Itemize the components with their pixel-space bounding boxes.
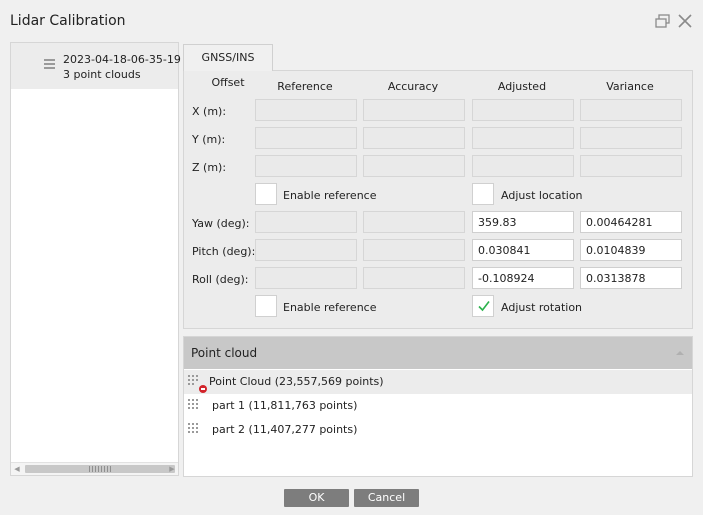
y-accuracy-field[interactable]: [363, 127, 465, 149]
point-cloud-row[interactable]: Point Cloud (23,557,569 points): [184, 370, 692, 394]
y-reference-field[interactable]: [255, 127, 357, 149]
z-label: Z (m):: [192, 161, 227, 174]
z-adjusted-field[interactable]: [472, 155, 574, 177]
roll-label: Roll (deg):: [192, 273, 249, 286]
rotation-enable-reference-checkbox[interactable]: [255, 295, 277, 317]
roll-reference-field[interactable]: [255, 267, 357, 289]
point-cloud-icon: [188, 423, 200, 437]
yaw-accuracy-field[interactable]: [363, 211, 465, 233]
pitch-adjusted-field[interactable]: [472, 239, 574, 261]
yaw-adjusted-field[interactable]: [472, 211, 574, 233]
z-accuracy-field[interactable]: [363, 155, 465, 177]
scrollbar-thumb[interactable]: [25, 465, 175, 473]
drag-handle-icon[interactable]: [44, 59, 55, 71]
adjust-rotation-checkbox[interactable]: [472, 295, 494, 317]
yaw-label: Yaw (deg):: [192, 217, 250, 230]
restore-icon[interactable]: [654, 12, 672, 30]
close-icon[interactable]: [676, 12, 694, 30]
x-reference-field[interactable]: [255, 99, 357, 121]
sort-arrow-icon[interactable]: [676, 351, 684, 355]
cancel-button[interactable]: Cancel: [354, 489, 419, 507]
point-cloud-row[interactable]: part 1 (11,811,763 points): [184, 394, 692, 418]
point-cloud-row[interactable]: part 2 (11,407,277 points): [184, 418, 692, 442]
point-cloud-panel: Point cloud Point Cloud (23,557,569 poin…: [183, 336, 693, 477]
dataset-name: 2023-04-18-06-35-19: [63, 53, 181, 66]
point-cloud-icon: [188, 399, 200, 413]
yaw-variance-field[interactable]: [580, 211, 682, 233]
column-header-variance: Variance: [606, 80, 654, 93]
tab-gnss-ins-offset[interactable]: GNSS/INS Offset: [183, 44, 273, 89]
scroll-right-icon[interactable]: ▶: [166, 463, 178, 475]
dataset-list: 2023-04-18-06-35-19 3 point clouds ◀ ▶: [10, 42, 181, 476]
dataset-subtitle: 3 point clouds: [63, 68, 141, 81]
y-label: Y (m):: [192, 133, 226, 146]
x-accuracy-field[interactable]: [363, 99, 465, 121]
point-cloud-row-label: Point Cloud (23,557,569 points): [209, 375, 384, 388]
y-adjusted-field[interactable]: [472, 127, 574, 149]
adjust-location-label: Adjust location: [501, 189, 583, 202]
scroll-left-icon[interactable]: ◀: [11, 463, 23, 475]
point-cloud-header-label: Point cloud: [191, 346, 258, 360]
window-title: Lidar Calibration: [10, 13, 126, 29]
location-enable-reference-checkbox[interactable]: [255, 183, 277, 205]
dataset-list-item[interactable]: 2023-04-18-06-35-19 3 point clouds: [11, 43, 181, 89]
location-enable-reference-label: Enable reference: [283, 189, 377, 202]
adjust-rotation-label: Adjust rotation: [501, 301, 583, 314]
point-cloud-header[interactable]: Point cloud: [184, 337, 692, 369]
title-bar: Lidar Calibration: [0, 0, 703, 42]
point-cloud-row-label: part 1 (11,811,763 points): [212, 399, 358, 412]
yaw-reference-field[interactable]: [255, 211, 357, 233]
y-variance-field[interactable]: [580, 127, 682, 149]
point-cloud-removed-icon: [188, 375, 207, 393]
point-cloud-row-label: part 2 (11,407,277 points): [212, 423, 358, 436]
column-header-accuracy: Accuracy: [387, 80, 439, 93]
column-header-reference: Reference: [277, 80, 333, 93]
x-adjusted-field[interactable]: [472, 99, 574, 121]
pitch-reference-field[interactable]: [255, 239, 357, 261]
remove-badge-icon: [199, 385, 207, 393]
z-variance-field[interactable]: [580, 155, 682, 177]
x-label: X (m):: [192, 105, 227, 118]
check-mark-icon: [478, 301, 490, 312]
roll-accuracy-field[interactable]: [363, 267, 465, 289]
ok-button[interactable]: OK: [284, 489, 349, 507]
rotation-enable-reference-label: Enable reference: [283, 301, 377, 314]
column-header-adjusted: Adjusted: [497, 80, 547, 93]
pitch-variance-field[interactable]: [580, 239, 682, 261]
z-reference-field[interactable]: [255, 155, 357, 177]
roll-variance-field[interactable]: [580, 267, 682, 289]
pitch-accuracy-field[interactable]: [363, 239, 465, 261]
pitch-label: Pitch (deg):: [192, 245, 256, 258]
horizontal-scrollbar[interactable]: ◀ ▶: [11, 462, 178, 475]
x-variance-field[interactable]: [580, 99, 682, 121]
roll-adjusted-field[interactable]: [472, 267, 574, 289]
adjust-location-checkbox[interactable]: [472, 183, 494, 205]
